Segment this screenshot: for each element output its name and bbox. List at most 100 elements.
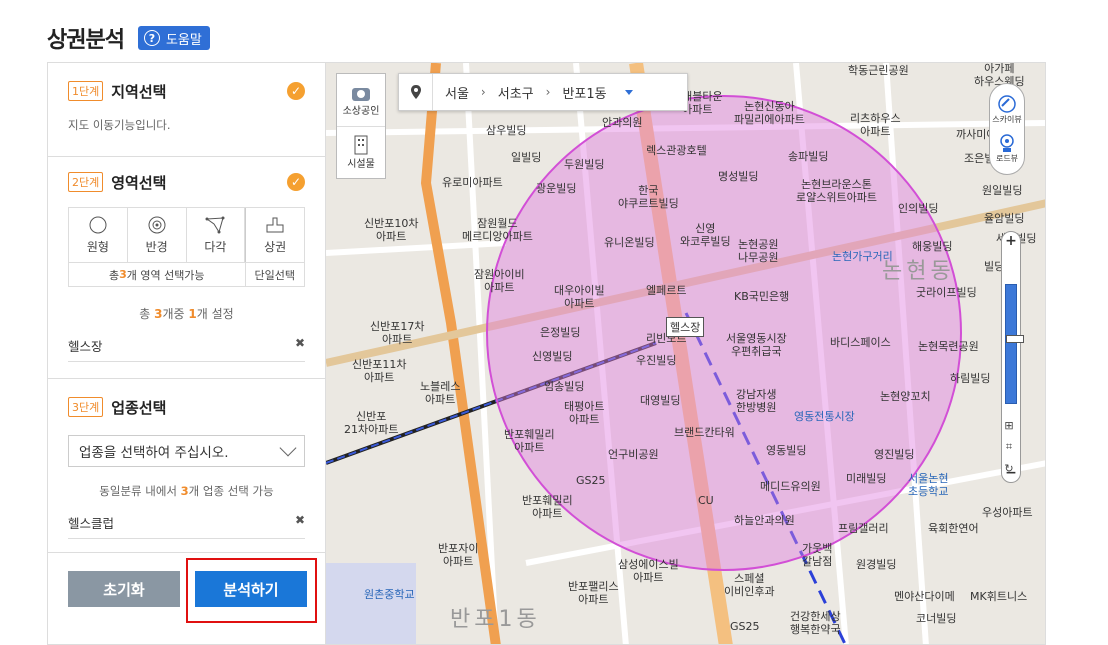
close-icon[interactable]: ✖: [295, 336, 305, 355]
reset-button[interactable]: 초기화: [68, 571, 180, 607]
map-label: 학동근린공원: [848, 64, 909, 77]
analysis-panel: 1단계 지역선택 ✓ 지도 이동기능입니다. 2단계 영역선택 ✓ 원형 반경: [47, 62, 325, 645]
map-view[interactable]: 학동근린공원 아가페 하우스웨딩 삼우빌딩 논현신동아 파밀리에아파트 렉스관광호텔…: [325, 62, 1046, 645]
map-label: 율암빌딩: [984, 212, 1025, 225]
map-label: 잠원월드 메르디앙아파트: [462, 217, 533, 243]
location-bar[interactable]: 서울 › 서초구 › 반포1동: [398, 73, 688, 111]
selected-business-item: 헬스클럽 ✖: [68, 513, 305, 539]
gym-marker[interactable]: 헬스장: [666, 317, 705, 337]
map-label: 엘페르트: [646, 284, 687, 297]
selected-area-item: 헬스장 ✖: [68, 336, 305, 362]
map-label: 브랜드칸타워: [674, 426, 735, 439]
map-label: 일빌딩: [511, 151, 542, 164]
location-district[interactable]: 서초구: [486, 83, 546, 102]
map-label: 노블레스 아파트: [420, 380, 461, 406]
map-label: 태평아트 아파트: [564, 400, 605, 426]
skyview-button[interactable]: 스카이뷰: [992, 94, 1022, 125]
shape-polygon-button[interactable]: 다각: [187, 208, 246, 262]
map-label: 원촌중학교: [364, 588, 415, 601]
map-label: 임송빌딩: [544, 380, 585, 393]
map-label: 안과의원: [602, 116, 643, 129]
map-label: 논현공원 나무공원: [738, 238, 779, 264]
map-label: KB국민은행: [734, 290, 790, 303]
shape-circle-button[interactable]: 원형: [69, 208, 128, 262]
map-label: 영진빌딩: [874, 448, 915, 461]
area-icon[interactable]: ⌗: [1006, 440, 1012, 454]
step1-title: 지역선택: [111, 82, 167, 101]
shape-district-button[interactable]: 상권: [245, 208, 304, 262]
map-label: 반포훼밀리 아파트: [504, 428, 555, 454]
map-label: 반포1동: [450, 607, 541, 632]
map-label: 메디드유의원: [760, 480, 821, 493]
chevron-down-icon: [279, 439, 297, 457]
step2-section: 2단계 영역선택 ✓ 원형 반경 다각 상권 총 3 개 영역 선택가능 단일선…: [48, 157, 325, 379]
area-count-line: 총 3개중 1개 설정: [139, 307, 234, 321]
map-label: 삼성에이스빌 아파트: [618, 558, 679, 584]
reset-icon[interactable]: ↻: [1004, 462, 1013, 475]
map-label: 은정빌딩: [540, 326, 581, 339]
shape-foot-count: 총 3 개 영역 선택가능: [69, 263, 246, 286]
map-label: 반포팰리스 아파트: [568, 580, 619, 606]
map-label: 스페셜 이비인후과: [724, 572, 775, 598]
zoom-in-button[interactable]: +: [1002, 232, 1020, 250]
map-label: 우성아파트: [982, 506, 1033, 519]
ruler-icon[interactable]: ⊞: [1004, 419, 1013, 432]
map-label: 광운빌딩: [536, 182, 577, 195]
map-label: 논현양꼬치: [880, 390, 931, 403]
business-count-line: 동일분류 내에서 3개 업종 선택 가능: [99, 484, 274, 498]
map-label: 미래빌딩: [846, 472, 887, 485]
map-label: MK휘트니스: [970, 590, 1028, 603]
analyze-button[interactable]: 분석하기: [195, 571, 307, 607]
polygon-icon: [205, 216, 225, 233]
shape-selector: 원형 반경 다각 상권 총 3 개 영역 선택가능 단일선택: [68, 207, 305, 287]
map-label: 강남자생 한방병원: [736, 388, 777, 414]
location-city[interactable]: 서울: [433, 83, 481, 102]
check-icon: ✓: [287, 82, 305, 100]
step2-badge: 2단계: [68, 172, 104, 192]
facility-tool[interactable]: 시설물: [337, 126, 385, 178]
map-label: 가웃백 갈남점: [802, 542, 833, 568]
map-label: 신반포11차 아파트: [352, 358, 407, 384]
page-title: 상권분석: [47, 28, 125, 53]
step1-section: 1단계 지역선택 ✓ 지도 이동기능입니다.: [48, 63, 325, 157]
map-label: 잠원아이비 아파트: [474, 268, 525, 294]
map-label: CU: [698, 494, 714, 507]
map-label: 신반포10차 아파트: [364, 217, 419, 243]
close-icon[interactable]: ✖: [295, 513, 305, 532]
step3-badge: 3단계: [68, 397, 104, 417]
map-label: 원경빌딩: [856, 558, 897, 571]
business-type-select[interactable]: 업종을 선택하여 주십시오.: [68, 435, 305, 467]
map-label: 반포훼밀리 아파트: [522, 494, 573, 520]
map-label: 논현신동아 파밀리에아파트: [734, 100, 805, 126]
map-label: 바디스페이스: [830, 336, 891, 349]
map-label: 건강한세상 행복한약국: [790, 610, 841, 636]
map-label: 코너빌딩: [916, 612, 957, 625]
action-buttons: 초기화 분석하기: [68, 558, 317, 623]
map-label: 한국 야쿠르트빌딩: [618, 184, 679, 210]
map-right-tools: 스카이뷰 로드뷰: [989, 83, 1025, 175]
map-label: 신반포 21차아파트: [344, 410, 399, 436]
roadview-button[interactable]: 로드뷰: [996, 133, 1018, 164]
map-label: 대우아이빌 아파트: [554, 284, 605, 310]
step1-hint: 지도 이동기능입니다.: [68, 118, 171, 132]
map-label: 서울영동시장 우편취급국: [726, 332, 787, 358]
location-dong[interactable]: 반포1동: [550, 83, 618, 102]
sosang-tool[interactable]: 소상공인: [337, 74, 385, 126]
map-label: 프림갤러리: [838, 522, 889, 535]
map-label: GS25: [576, 474, 606, 487]
map-label: 영동빌딩: [766, 444, 807, 457]
caret-down-icon[interactable]: [624, 89, 633, 95]
help-button[interactable]: ? 도움말: [137, 26, 210, 50]
zoom-thumb[interactable]: [1006, 335, 1024, 343]
map-label: 반포자이 아파트: [438, 542, 479, 568]
map-label: 언구비공원: [608, 448, 659, 461]
map-label: 원일빌딩: [982, 184, 1023, 197]
step1-badge: 1단계: [68, 81, 104, 101]
map-left-tools: 소상공인 시설물: [336, 73, 386, 179]
pin-icon: [399, 74, 433, 110]
map-label: 명성빌딩: [718, 170, 759, 183]
step3-section: 3단계 업종선택 업종을 선택하여 주십시오. 동일분류 내에서 3개 업종 선…: [48, 379, 325, 553]
map-label: 대영빌딩: [640, 394, 681, 407]
shape-radius-button[interactable]: 반경: [128, 208, 187, 262]
zoom-slider[interactable]: [1005, 284, 1024, 404]
